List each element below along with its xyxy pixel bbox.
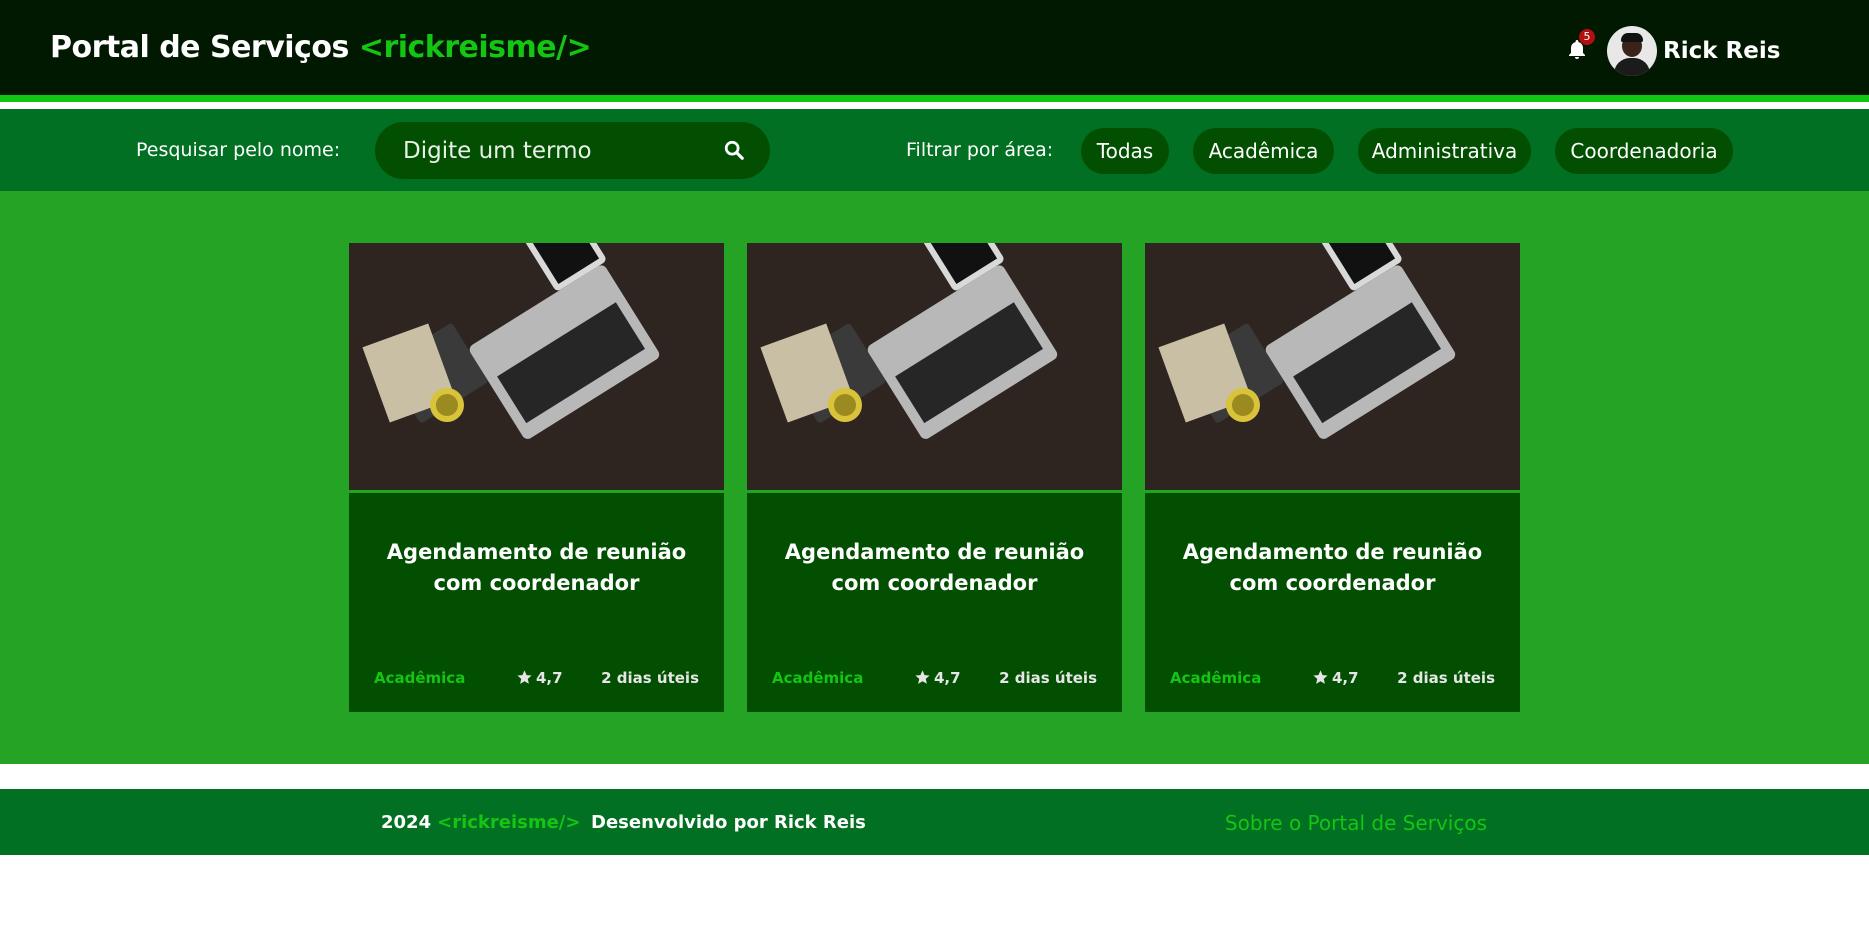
card-rating: 4,7	[914, 669, 961, 687]
user-name[interactable]: Rick Reis	[1663, 38, 1780, 64]
card-area: Acadêmica	[772, 669, 864, 687]
notifications-button[interactable]: 5	[1565, 29, 1595, 64]
footer-copyright: 2024 <rickreisme/>	[381, 812, 580, 833]
filter-chip-administrativa[interactable]: Administrativa	[1358, 128, 1531, 174]
site-title[interactable]: Portal de Serviços <rickreisme/>	[50, 30, 592, 65]
filter-label: Filtrar por área:	[906, 139, 1054, 161]
card-rating-value: 4,7	[536, 669, 563, 687]
avatar[interactable]	[1607, 26, 1657, 76]
card-title: Agendamento de reunião com coordenador	[386, 540, 687, 595]
service-card[interactable]: Agendamento de reunião com coordenador A…	[1145, 243, 1520, 712]
footer-developed-by: Desenvolvido por Rick Reis	[591, 812, 866, 833]
star-icon	[915, 670, 930, 684]
brand-tag: <rickreisme/>	[358, 30, 592, 65]
service-card[interactable]: Agendamento de reunião com coordenador A…	[349, 243, 724, 712]
filter-chip-coordenadoria[interactable]: Coordenadoria	[1555, 128, 1733, 174]
card-image	[349, 243, 724, 493]
card-rating: 4,7	[1312, 669, 1359, 687]
filter-chip-academica[interactable]: Acadêmica	[1193, 128, 1334, 174]
card-area: Acadêmica	[1170, 669, 1262, 687]
search-input[interactable]	[403, 122, 703, 179]
about-portal-link[interactable]: Sobre o Portal de Serviços	[1225, 811, 1487, 835]
card-meta: Acadêmica 4,7 2 dias úteis	[374, 667, 699, 691]
search-icon[interactable]	[723, 139, 745, 161]
notification-badge: 5	[1579, 29, 1595, 45]
filter-chip-todas[interactable]: Todas	[1081, 128, 1169, 174]
top-header: Portal de Serviços <rickreisme/> 5 Rick R…	[0, 0, 1869, 102]
search-box	[375, 122, 770, 179]
site-title-text: Portal de Serviços	[50, 30, 349, 65]
card-title: Agendamento de reunião com coordenador	[784, 540, 1085, 595]
card-rating-value: 4,7	[934, 669, 961, 687]
card-time: 2 dias úteis	[999, 669, 1097, 687]
filter-bar: Pesquisar pelo nome: Filtrar por área: T…	[0, 109, 1869, 191]
card-title: Agendamento de reunião com coordenador	[1182, 540, 1483, 595]
service-card[interactable]: Agendamento de reunião com coordenador A…	[747, 243, 1122, 712]
star-icon	[517, 670, 532, 684]
card-image	[1145, 243, 1520, 493]
user-area: 5 Rick Reis	[1565, 26, 1780, 76]
footer-brand-tag: <rickreisme/>	[437, 812, 581, 833]
card-time: 2 dias úteis	[601, 669, 699, 687]
card-time: 2 dias úteis	[1397, 669, 1495, 687]
card-meta: Acadêmica 4,7 2 dias úteis	[772, 667, 1097, 691]
services-grid: Agendamento de reunião com coordenador A…	[0, 191, 1869, 764]
card-meta: Acadêmica 4,7 2 dias úteis	[1170, 667, 1495, 691]
star-icon	[1313, 670, 1328, 684]
page-footer: 2024 <rickreisme/> Desenvolvido por Rick …	[0, 789, 1869, 855]
footer-year: 2024	[381, 812, 432, 833]
card-rating-value: 4,7	[1332, 669, 1359, 687]
search-label: Pesquisar pelo nome:	[136, 139, 341, 161]
card-area: Acadêmica	[374, 669, 466, 687]
card-image	[747, 243, 1122, 493]
card-rating: 4,7	[516, 669, 563, 687]
